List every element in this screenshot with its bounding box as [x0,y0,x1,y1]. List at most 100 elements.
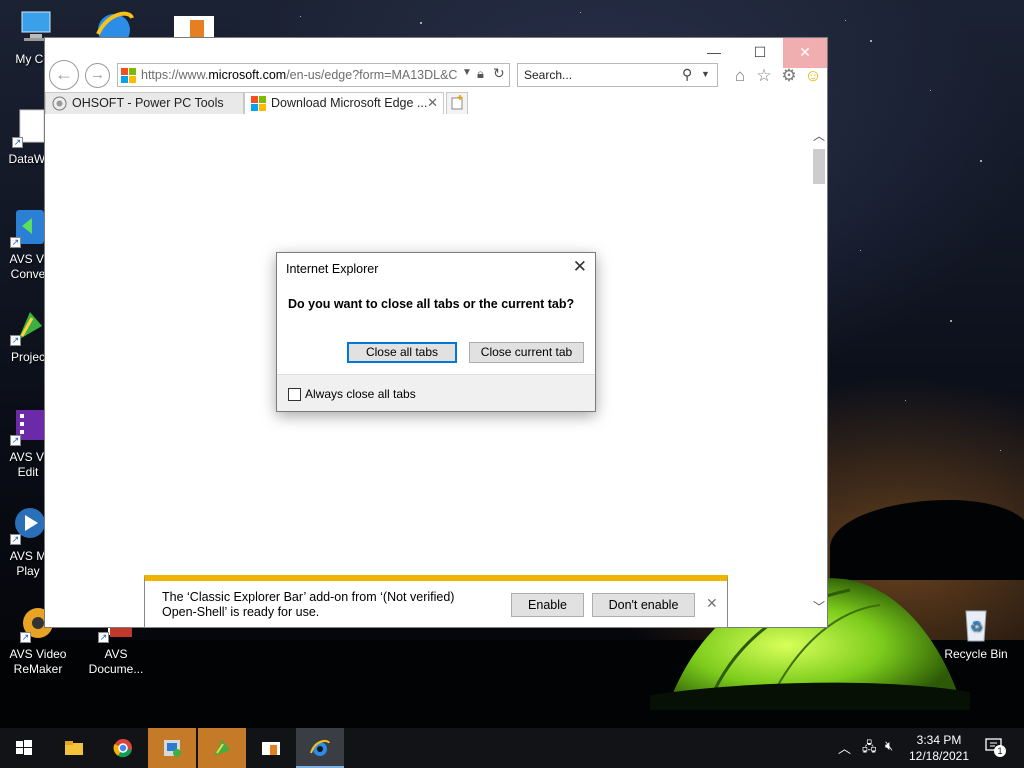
dialog-close-icon[interactable]: ✕ [573,257,587,277]
close-current-tab-button[interactable]: Close current tab [469,342,584,363]
search-dropdown-icon[interactable]: ▼ [701,69,710,79]
avs-media-player-icon: ↗ [8,505,48,545]
notification-close-icon[interactable]: ✕ [706,595,718,612]
taskbar-office-app[interactable] [247,728,295,768]
forward-button[interactable]: → [85,63,110,88]
notification-message: The ‘Classic Explorer Bar’ add-on from ‘… [162,590,482,620]
clock-date: 12/18/2021 [908,749,970,763]
refresh-icon[interactable]: ↻ [493,65,505,82]
addon-notification-bar: The ‘Classic Explorer Bar’ add-on from ‘… [144,575,728,628]
taskbar-file-explorer[interactable] [50,728,98,768]
enable-button[interactable]: Enable [511,593,584,617]
desktop-icon-label: Recycle Bin [944,647,1008,661]
show-hidden-icons-icon[interactable]: ︿ [838,738,851,757]
close-window-button[interactable]: ✕ [783,38,827,68]
dialog-title: Internet Explorer [286,262,379,276]
shortcut-arrow-icon: ↗ [10,335,21,346]
taskbar-chrome[interactable] [99,728,147,768]
ohsoft-icon [52,96,67,111]
clock-time: 3:34 PM [916,733,962,747]
star [300,16,301,17]
avs-video-converter-icon: ↗ [8,208,48,248]
search-icon[interactable]: ⚲ [682,66,692,83]
star [980,160,982,162]
taskbar-clock[interactable]: 3:34 PM 12/18/2021 [902,732,976,764]
network-icon[interactable]: 🖧︎ [862,738,877,760]
close-tabs-dialog: Internet Explorer ✕ Do you want to close… [276,252,596,412]
dialog-question: Do you want to close all tabs or the cur… [288,297,575,311]
address-dropdown-icon[interactable]: ▼ [462,67,472,78]
taskbar-system-tool[interactable] [148,728,196,768]
start-button[interactable] [0,728,48,768]
browser-toolbar: — ☐ ✕ ← → https://www.microsoft.com/en-u… [45,38,827,92]
project-icon: ↗ [8,306,48,346]
chrome-icon [113,739,132,758]
taskbar: ︿ 🖧︎ 🔇︎ 3:34 PM 12/18/2021 1 [0,728,1024,768]
scroll-down-icon[interactable]: ﹀ [811,599,827,615]
star [870,40,872,42]
desktop-icon-partial-ie[interactable] [92,8,136,46]
settings-gear-icon[interactable]: ⚙ [779,66,799,86]
star [580,12,581,13]
vertical-scrollbar[interactable]: ︿ ﹀ [811,114,827,627]
shortcut-arrow-icon: ↗ [98,632,109,643]
scroll-up-icon[interactable]: ︿ [811,128,827,144]
shortcut-arrow-icon: ↗ [12,137,23,148]
url-prefix: https://www. [141,68,209,82]
tab-label: Download Microsoft Edge ... [271,96,428,110]
new-tab-icon [451,95,463,110]
new-tab-button[interactable] [446,92,468,114]
search-input[interactable] [524,68,674,82]
tab-label: OHSOFT - Power PC Tools [72,96,224,110]
star [860,250,861,251]
dialog-footer: Always close all tabs [277,374,595,411]
star [845,20,846,21]
maximize-button[interactable]: ☐ [737,38,783,68]
back-button[interactable]: ← [49,60,79,90]
star [420,22,422,24]
scrollbar-thumb[interactable] [813,149,825,184]
project-app-icon [214,740,230,756]
desktop-icon-partial-office[interactable] [172,12,216,38]
taskbar-internet-explorer[interactable] [296,728,344,768]
search-box[interactable]: ⚲ ▼ [517,63,718,87]
desktop-icon-label: AVS Video ReMaker [9,647,67,676]
address-url: https://www.microsoft.com/en-us/edge?for… [141,68,459,82]
lock-icon[interactable]: 🔒︎ [477,66,484,82]
star [930,90,931,91]
url-domain: microsoft.com [208,68,287,82]
forward-arrow-icon: → [90,66,105,83]
desktop-icon-recycle-bin[interactable]: ♻ Recycle Bin [940,603,1012,662]
taskbar-project-app[interactable] [198,728,246,768]
notification-line-1: The ‘Classic Explorer Bar’ add-on from ‘… [162,590,455,604]
tab-close-icon[interactable]: ✕ [427,93,438,113]
close-all-tabs-button[interactable]: Close all tabs [347,342,457,363]
start-icon [16,740,32,755]
always-close-label[interactable]: Always close all tabs [305,387,416,401]
tab-ohsoft[interactable]: OHSOFT - Power PC Tools [45,92,244,114]
home-icon[interactable]: ⌂ [730,66,750,86]
shortcut-arrow-icon: ↗ [10,435,21,446]
action-center-icon[interactable]: 1 [984,736,1006,759]
office-app-icon [262,742,280,755]
address-bar[interactable]: https://www.microsoft.com/en-us/edge?for… [117,63,510,87]
volume-muted-icon[interactable]: 🔇︎ [885,738,893,754]
notification-line-2: Open-Shell’ is ready for use. [162,605,320,619]
shortcut-arrow-icon: ↗ [10,237,21,248]
back-arrow-icon: ← [55,64,73,84]
recycle-bin-icon: ♻ [956,603,996,643]
dont-enable-button[interactable]: Don't enable [592,593,695,617]
microsoft-logo-icon [251,96,266,111]
always-close-checkbox[interactable] [288,388,301,401]
internet-explorer-icon [310,739,330,756]
tab-download-edge[interactable]: Download Microsoft Edge ... ✕ [244,92,444,114]
tab-bar: OHSOFT - Power PC Tools Download Microso… [45,92,827,114]
notification-count-badge: 1 [994,745,1006,757]
feedback-smiley-icon[interactable]: ☺ [803,66,823,86]
favorites-star-icon[interactable]: ☆ [754,66,774,86]
microsoft-logo-icon [121,68,136,83]
star [950,320,952,322]
star [905,400,906,401]
desktop-icon-label: AVS Docume... [88,647,144,676]
system-tool-icon [164,740,181,757]
